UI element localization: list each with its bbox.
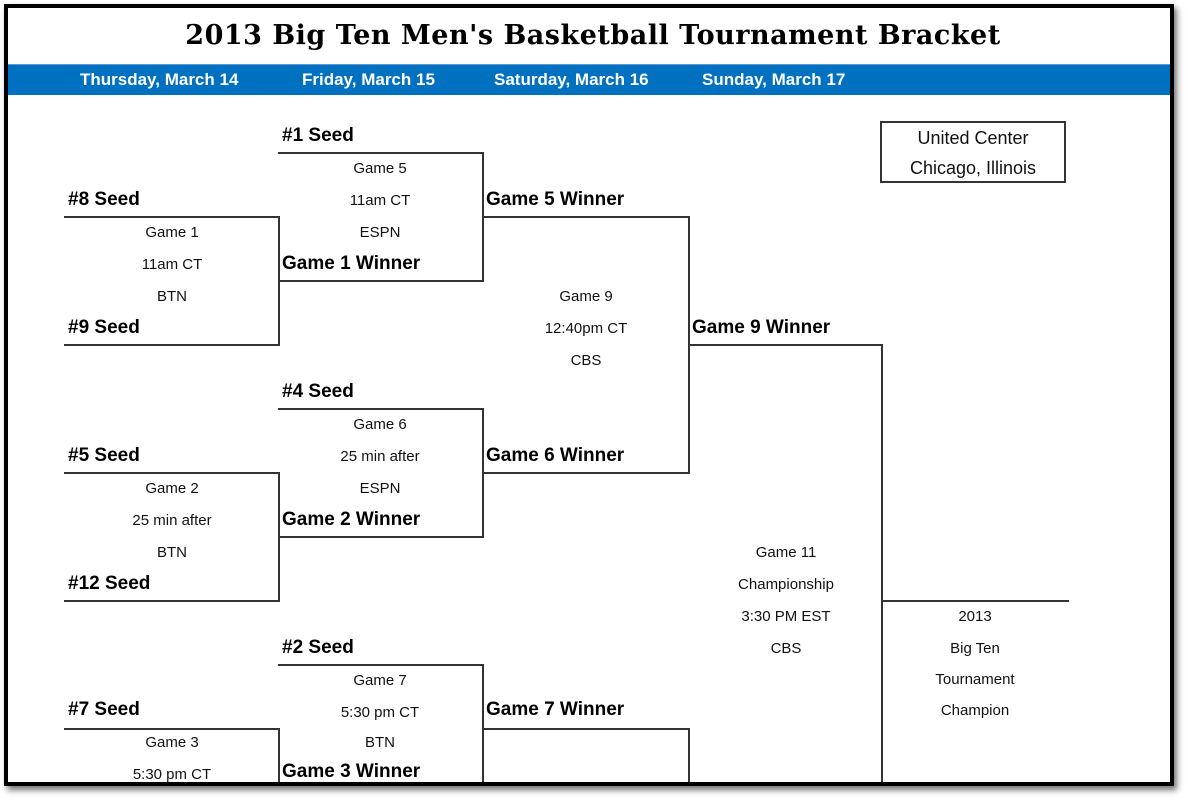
game-network: ESPN (359, 224, 401, 241)
game-time: 12:40pm CT (544, 320, 628, 337)
bracket-line (881, 344, 883, 782)
game-network: CBS (570, 352, 602, 369)
seed-label: #1 Seed (282, 125, 354, 146)
game-network: BTN (365, 734, 395, 751)
game-time: 25 min after (132, 512, 212, 529)
seed-label: #2 Seed (282, 637, 354, 658)
game-number: Game 6 (353, 416, 407, 433)
winner-label: Game 1 Winner (282, 253, 421, 274)
day-thursday: Thursday, March 14 (80, 70, 239, 89)
game-name: Championship (738, 576, 834, 593)
game-number: Game 2 (145, 480, 199, 497)
winner-label: Game 5 Winner (486, 189, 625, 210)
game-time: 5:30 pm CT (340, 704, 420, 721)
game-network: BTN (157, 288, 187, 305)
bracket-line (688, 728, 690, 782)
game-time: 5:30 pm CT (132, 766, 212, 783)
bracket-line (64, 600, 280, 602)
game-time: 11am CT (141, 256, 203, 273)
champion-line (881, 600, 1069, 602)
venue-box: United Center Chicago, Illinois (880, 121, 1066, 183)
winner-label: Game 6 Winner (486, 445, 625, 466)
winner-label: Game 9 Winner (692, 317, 831, 338)
game-number: Game 1 (145, 224, 199, 241)
game-time: 11am CT (349, 192, 411, 209)
seed-label: #4 Seed (282, 381, 354, 402)
winner-label: Game 2 Winner (282, 509, 421, 530)
venue-city: Chicago, Illinois (909, 158, 1037, 178)
bracket-line (64, 216, 280, 218)
winner-label: Game 7 Winner (486, 699, 625, 720)
bracket-line (482, 664, 484, 782)
seed-label: #5 Seed (68, 445, 140, 466)
day-friday: Friday, March 15 (302, 70, 435, 89)
day-sunday: Sunday, March 17 (702, 70, 846, 89)
game-network: ESPN (359, 480, 401, 497)
game-network: BTN (157, 544, 187, 561)
bracket-line (278, 408, 484, 410)
day-header-band: Thursday, March 14 Friday, March 15 Satu… (8, 64, 1170, 95)
champion-text: 2013 (958, 608, 992, 625)
bracket-line (278, 728, 280, 782)
seed-label: #7 Seed (68, 699, 140, 720)
game-network: CBS (770, 640, 802, 657)
bracket-line (64, 472, 280, 474)
bracket-line (278, 536, 484, 538)
bracket-line (64, 344, 280, 346)
day-saturday: Saturday, March 16 (494, 70, 649, 89)
winner-label: Game 3 Winner (282, 761, 421, 782)
bracket-sheet: 2013 Big Ten Men's Basketball Tournament… (4, 4, 1174, 786)
bracket-line (64, 728, 280, 730)
bracket-line (482, 728, 690, 730)
seed-label: #8 Seed (68, 189, 140, 210)
champion-text: Champion (940, 702, 1010, 719)
game-number: Game 11 (755, 544, 817, 561)
page-title: 2013 Big Ten Men's Basketball Tournament… (185, 20, 1001, 51)
champion-text: Tournament (935, 671, 1015, 688)
venue-name: United Center (917, 128, 1029, 148)
bracket-line (278, 280, 484, 282)
seed-label: #12 Seed (68, 573, 151, 594)
champion-text: Big Ten (950, 640, 1000, 657)
game-time: 3:30 PM EST (741, 608, 831, 625)
bracket-line (278, 152, 484, 154)
game-number: Game 9 (559, 288, 613, 305)
bracket-line (482, 472, 690, 474)
game-number: Game 7 (353, 672, 407, 689)
bracket-line (688, 344, 883, 346)
bracket-line (482, 216, 690, 218)
game-number: Game 3 (145, 734, 199, 751)
seed-label: #9 Seed (68, 317, 140, 338)
game-number: Game 5 (353, 160, 407, 177)
bracket-line (278, 664, 484, 666)
game-time: 25 min after (340, 448, 420, 465)
